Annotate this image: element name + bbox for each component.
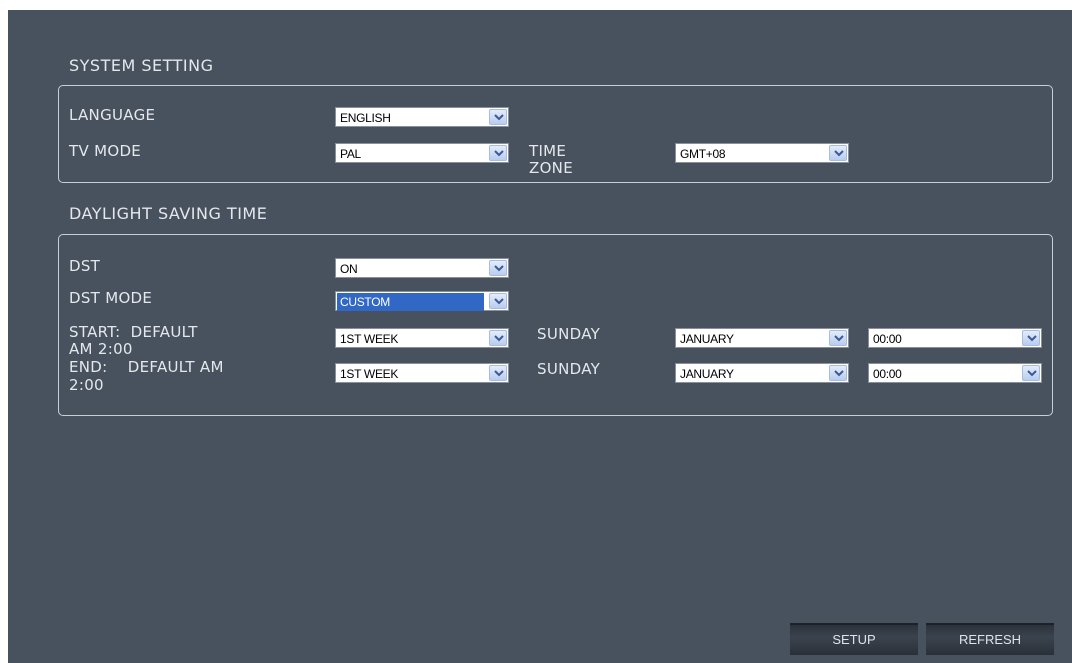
time-zone-value: GMT+08 xyxy=(680,147,726,161)
start-week-select[interactable]: 1ST WEEK xyxy=(335,328,509,348)
chevron-down-icon[interactable] xyxy=(489,330,507,346)
refresh-button[interactable]: REFRESH xyxy=(926,623,1054,655)
chevron-down-icon[interactable] xyxy=(489,145,507,161)
tv-mode-value: PAL xyxy=(340,147,361,161)
dst-value: ON xyxy=(340,262,358,276)
language-label: LANGUAGE xyxy=(69,106,156,124)
system-setting-title: SYSTEM SETTING xyxy=(69,56,214,75)
chevron-down-icon[interactable] xyxy=(1022,365,1040,381)
end-time-select[interactable]: 00:00 xyxy=(868,363,1042,383)
chevron-down-icon[interactable] xyxy=(1022,330,1040,346)
start-day-label: SUNDAY xyxy=(537,325,601,343)
start-label-line1: START: DEFAULT xyxy=(69,323,198,341)
tv-mode-label: TV MODE xyxy=(69,142,142,160)
end-week-select[interactable]: 1ST WEEK xyxy=(335,363,509,383)
start-time-select[interactable]: 00:00 xyxy=(868,328,1042,348)
end-month-select[interactable]: JANUARY xyxy=(675,363,849,383)
end-label-line2: 2:00 xyxy=(69,376,104,394)
daylight-saving-title: DAYLIGHT SAVING TIME xyxy=(69,204,268,223)
end-label-line1: END: DEFAULT AM xyxy=(69,358,224,376)
chevron-down-icon[interactable] xyxy=(489,260,507,276)
dst-mode-select[interactable]: CUSTOM xyxy=(335,291,509,311)
start-month-select[interactable]: JANUARY xyxy=(675,328,849,348)
dst-mode-value: CUSTOM xyxy=(337,293,484,311)
chevron-down-icon[interactable] xyxy=(829,330,847,346)
chevron-down-icon[interactable] xyxy=(489,109,507,125)
language-value: ENGLISH xyxy=(340,111,391,125)
dst-select[interactable]: ON xyxy=(335,258,509,278)
start-label-line2: AM 2:00 xyxy=(69,340,133,358)
start-month-value: JANUARY xyxy=(680,332,734,346)
chevron-down-icon[interactable] xyxy=(489,293,507,309)
setup-button[interactable]: SETUP xyxy=(790,623,918,655)
time-zone-select[interactable]: GMT+08 xyxy=(675,143,849,163)
end-day-label: SUNDAY xyxy=(537,360,601,378)
chevron-down-icon[interactable] xyxy=(829,145,847,161)
chevron-down-icon[interactable] xyxy=(489,365,507,381)
end-month-value: JANUARY xyxy=(680,367,734,381)
language-select[interactable]: ENGLISH xyxy=(335,107,509,127)
chevron-down-icon[interactable] xyxy=(829,365,847,381)
dst-mode-label: DST MODE xyxy=(69,289,153,307)
time-zone-label-line2: ZONE xyxy=(529,159,573,177)
tv-mode-select[interactable]: PAL xyxy=(335,143,509,163)
end-time-value: 00:00 xyxy=(873,367,902,381)
start-time-value: 00:00 xyxy=(873,332,902,346)
end-week-value: 1ST WEEK xyxy=(340,367,399,381)
dst-label: DST xyxy=(69,257,101,275)
time-zone-label-line1: TIME xyxy=(529,142,567,160)
settings-panel: SYSTEM SETTING LANGUAGE ENGLISH TV MODE … xyxy=(8,10,1072,663)
start-week-value: 1ST WEEK xyxy=(340,332,399,346)
